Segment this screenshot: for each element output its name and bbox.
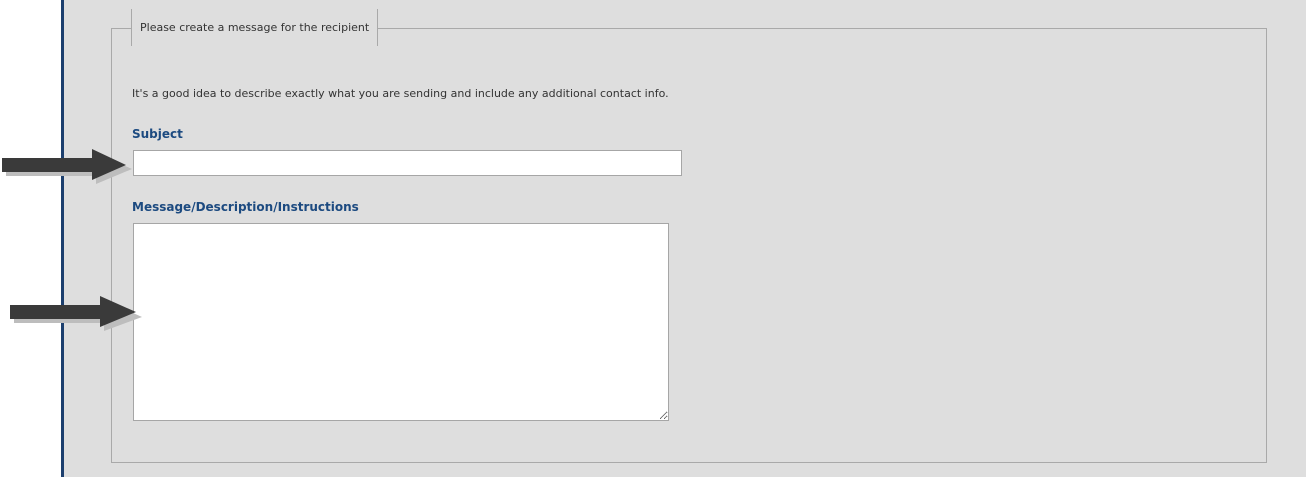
arrow-right-icon — [2, 149, 132, 184]
message-label: Message/Description/Instructions — [132, 200, 359, 214]
fieldset-legend: Please create a message for the recipien… — [131, 9, 379, 46]
message-fieldset: Please create a message for the recipien… — [111, 9, 1267, 463]
subject-input[interactable] — [133, 150, 682, 176]
instruction-text: It's a good idea to describe exactly wha… — [132, 87, 669, 100]
message-panel: Please create a message for the recipien… — [61, 0, 1306, 477]
message-textarea[interactable] — [133, 223, 669, 421]
subject-label: Subject — [132, 127, 183, 141]
page: Please create a message for the recipien… — [0, 0, 1306, 477]
arrow-right-icon — [10, 296, 142, 331]
